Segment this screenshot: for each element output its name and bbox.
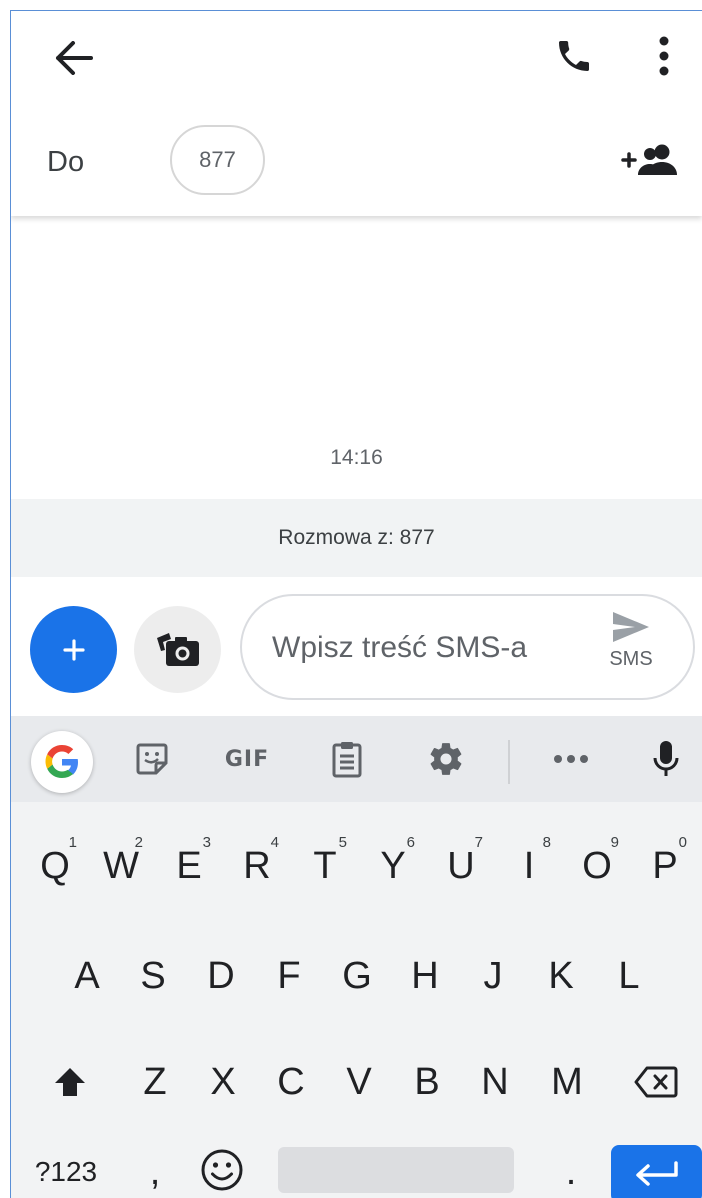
- key-x[interactable]: X: [195, 1044, 251, 1120]
- key-hint: 6: [406, 834, 415, 851]
- enter-arrow-icon: [635, 1161, 678, 1186]
- camera-gallery-button[interactable]: [134, 606, 221, 693]
- emoji-smiley-icon: [201, 1149, 243, 1191]
- enter-key[interactable]: [611, 1145, 702, 1198]
- app-bar: Do 877: [11, 11, 702, 216]
- key-d[interactable]: D: [193, 938, 249, 1014]
- key-label: I: [523, 844, 535, 887]
- message-timestamp: 14:16: [330, 446, 383, 469]
- key-j[interactable]: J: [465, 938, 521, 1014]
- key-label: P: [652, 844, 678, 887]
- key-n[interactable]: N: [467, 1044, 523, 1120]
- phone-icon[interactable]: [544, 21, 604, 91]
- key-hint: 5: [338, 834, 347, 851]
- key-c[interactable]: C: [263, 1044, 319, 1120]
- to-label: Do: [47, 146, 85, 178]
- key-hint: 2: [134, 834, 143, 851]
- send-button[interactable]: SMS: [601, 610, 661, 686]
- gif-button[interactable]: GIF: [211, 716, 283, 802]
- backspace-icon: [634, 1066, 678, 1098]
- send-label: SMS: [609, 648, 653, 670]
- conversation-banner: Rozmowa z: 877: [11, 499, 702, 577]
- space-bar[interactable]: [278, 1147, 514, 1193]
- key-i[interactable]: I8: [503, 828, 555, 904]
- shift-key[interactable]: [37, 1044, 103, 1120]
- google-icon: [45, 745, 78, 778]
- period-key[interactable]: .: [551, 1146, 591, 1198]
- key-hint: 0: [678, 834, 687, 851]
- keyboard-toolbar: GIF: [11, 716, 702, 802]
- key-q[interactable]: Q1: [29, 828, 81, 904]
- shift-arrow-icon: [55, 1068, 85, 1096]
- sticker-icon[interactable]: [121, 716, 183, 802]
- emoji-key[interactable]: [193, 1142, 251, 1198]
- comma-key[interactable]: ,: [135, 1146, 175, 1198]
- key-m[interactable]: M: [537, 1044, 597, 1120]
- key-w[interactable]: W2: [95, 828, 147, 904]
- key-label: O: [582, 844, 612, 887]
- key-a[interactable]: A: [59, 938, 115, 1014]
- more-tools-icon[interactable]: [541, 716, 601, 802]
- key-z[interactable]: Z: [127, 1044, 183, 1120]
- add-people-icon[interactable]: [616, 135, 682, 185]
- key-e[interactable]: E3: [163, 828, 215, 904]
- key-label: U: [447, 844, 475, 887]
- key-k[interactable]: K: [533, 938, 589, 1014]
- key-s[interactable]: S: [125, 938, 181, 1014]
- add-attachment-button[interactable]: [30, 606, 117, 693]
- recipient-chip[interactable]: 877: [170, 125, 265, 195]
- key-hint: 4: [270, 834, 279, 851]
- send-icon: [613, 612, 649, 642]
- google-search-button[interactable]: [31, 731, 93, 793]
- key-hint: 8: [542, 834, 551, 851]
- key-label: Q: [40, 844, 70, 887]
- clipboard-icon[interactable]: [317, 716, 377, 802]
- key-b[interactable]: B: [399, 1044, 455, 1120]
- key-g[interactable]: G: [329, 938, 385, 1014]
- key-f[interactable]: F: [261, 938, 317, 1014]
- key-label: Y: [380, 844, 406, 887]
- key-label: E: [176, 844, 202, 887]
- key-label: W: [103, 844, 139, 887]
- key-hint: 1: [68, 834, 77, 851]
- toolbar-divider: [508, 740, 510, 784]
- key-h[interactable]: H: [397, 938, 453, 1014]
- camera-icon: [156, 632, 199, 666]
- key-r[interactable]: R4: [231, 828, 283, 904]
- gif-label: GIF: [224, 746, 270, 772]
- key-t[interactable]: T5: [299, 828, 351, 904]
- more-options-icon[interactable]: [641, 21, 687, 91]
- key-u[interactable]: U7: [435, 828, 487, 904]
- back-arrow-icon[interactable]: [41, 25, 107, 91]
- symbols-key[interactable]: ?123: [23, 1146, 109, 1198]
- key-label: R: [243, 844, 271, 887]
- backspace-key[interactable]: [623, 1044, 689, 1120]
- settings-gear-icon[interactable]: [415, 716, 477, 802]
- message-compose-box: SMS: [240, 594, 695, 700]
- key-hint: 9: [610, 834, 619, 851]
- key-l[interactable]: L: [601, 938, 657, 1014]
- microphone-icon[interactable]: [641, 716, 691, 802]
- messages-screen: Do 877 14:16 Rozmowa z: 877 Wpisz treść …: [10, 10, 702, 1198]
- keyboard: GIF Q1 W2 E3 R4 T5 Y6 U7 I8 O9 P0 A S D …: [11, 716, 702, 1198]
- key-v[interactable]: V: [331, 1044, 387, 1120]
- plus-icon: [62, 638, 85, 661]
- key-hint: 7: [474, 834, 483, 851]
- key-o[interactable]: O9: [571, 828, 623, 904]
- key-label: T: [313, 844, 337, 887]
- key-p[interactable]: P0: [639, 828, 691, 904]
- message-input[interactable]: [272, 628, 572, 668]
- key-y[interactable]: Y6: [367, 828, 419, 904]
- key-hint: 3: [202, 834, 211, 851]
